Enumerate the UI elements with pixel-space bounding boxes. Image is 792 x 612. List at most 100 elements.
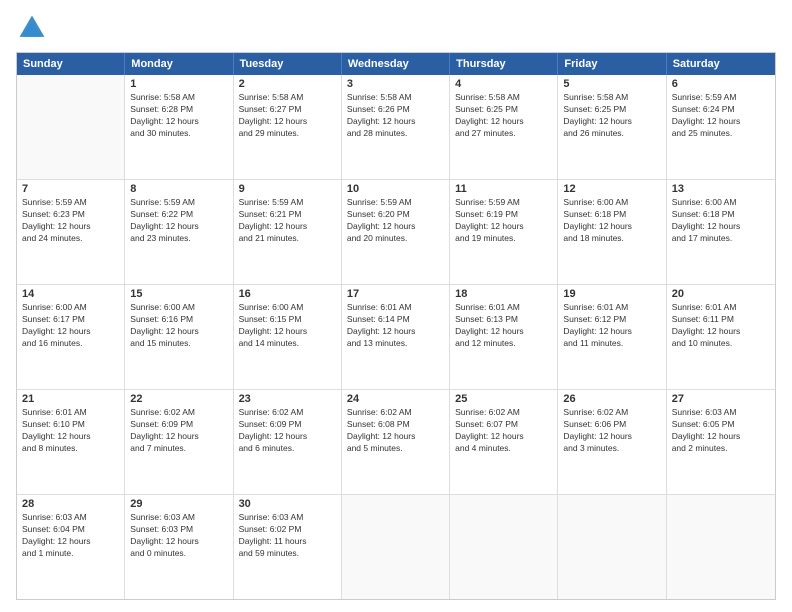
day-number: 17 [347,288,444,300]
calendar-day-17: 17 Sunrise: 6:01 AM Sunset: 6:14 PM Dayli… [342,285,450,389]
day-number: 24 [347,393,444,405]
calendar-day-5: 5 Sunrise: 5:58 AM Sunset: 6:25 PM Daylig… [558,75,666,179]
calendar-header-saturday: Saturday [667,53,775,75]
day-info: Sunrise: 6:00 AM Sunset: 6:16 PM Dayligh… [130,302,227,350]
calendar-day-18: 18 Sunrise: 6:01 AM Sunset: 6:13 PM Dayli… [450,285,558,389]
calendar: SundayMondayTuesdayWednesdayThursdayFrid… [16,52,776,600]
calendar-day-10: 10 Sunrise: 5:59 AM Sunset: 6:20 PM Dayli… [342,180,450,284]
day-number: 12 [563,183,660,195]
calendar-week-5: 28 Sunrise: 6:03 AM Sunset: 6:04 PM Dayli… [17,494,775,599]
calendar-week-1: 1Sunrise: 5:58 AM Sunset: 6:28 PM Daylig… [17,75,775,179]
calendar-empty-cell [450,495,558,599]
day-info: Sunrise: 5:59 AM Sunset: 6:23 PM Dayligh… [22,197,119,245]
day-number: 6 [672,78,770,90]
calendar-header: SundayMondayTuesdayWednesdayThursdayFrid… [17,53,775,75]
calendar-day-11: 11 Sunrise: 5:59 AM Sunset: 6:19 PM Dayli… [450,180,558,284]
day-info: Sunrise: 5:58 AM Sunset: 6:25 PM Dayligh… [455,92,552,140]
day-info: Sunrise: 6:03 AM Sunset: 6:02 PM Dayligh… [239,512,336,560]
day-number: 15 [130,288,227,300]
day-info: Sunrise: 6:02 AM Sunset: 6:09 PM Dayligh… [130,407,227,455]
day-number: 27 [672,393,770,405]
day-info: Sunrise: 6:03 AM Sunset: 6:04 PM Dayligh… [22,512,119,560]
day-number: 25 [455,393,552,405]
calendar-day-8: 8 Sunrise: 5:59 AM Sunset: 6:22 PM Daylig… [125,180,233,284]
day-info: Sunrise: 5:59 AM Sunset: 6:21 PM Dayligh… [239,197,336,245]
calendar-header-sunday: Sunday [17,53,125,75]
day-number: 26 [563,393,660,405]
calendar-day-4: 4 Sunrise: 5:58 AM Sunset: 6:25 PM Daylig… [450,75,558,179]
calendar-header-tuesday: Tuesday [234,53,342,75]
day-number: 23 [239,393,336,405]
day-number: 19 [563,288,660,300]
calendar-day-28: 28 Sunrise: 6:03 AM Sunset: 6:04 PM Dayli… [17,495,125,599]
day-number: 22 [130,393,227,405]
calendar-day-30: 30Sunrise: 6:03 AM Sunset: 6:02 PM Dayli… [234,495,342,599]
day-number: 20 [672,288,770,300]
day-info: Sunrise: 6:03 AM Sunset: 6:05 PM Dayligh… [672,407,770,455]
day-number: 3 [347,78,444,90]
day-number: 18 [455,288,552,300]
day-number: 7 [22,183,119,195]
calendar-day-13: 13 Sunrise: 6:00 AM Sunset: 6:18 PM Dayli… [667,180,775,284]
calendar-day-15: 15 Sunrise: 6:00 AM Sunset: 6:16 PM Dayli… [125,285,233,389]
calendar-day-22: 22 Sunrise: 6:02 AM Sunset: 6:09 PM Dayli… [125,390,233,494]
day-info: Sunrise: 5:59 AM Sunset: 6:22 PM Dayligh… [130,197,227,245]
calendar-week-3: 14 Sunrise: 6:00 AM Sunset: 6:17 PM Dayli… [17,284,775,389]
calendar-day-12: 12 Sunrise: 6:00 AM Sunset: 6:18 PM Dayli… [558,180,666,284]
calendar-day-20: 20 Sunrise: 6:01 AM Sunset: 6:11 PM Dayli… [667,285,775,389]
day-number: 10 [347,183,444,195]
calendar-day-1: 1Sunrise: 5:58 AM Sunset: 6:28 PM Daylig… [125,75,233,179]
day-info: Sunrise: 6:01 AM Sunset: 6:10 PM Dayligh… [22,407,119,455]
calendar-day-25: 25 Sunrise: 6:02 AM Sunset: 6:07 PM Dayli… [450,390,558,494]
day-info: Sunrise: 6:00 AM Sunset: 6:18 PM Dayligh… [672,197,770,245]
day-info: Sunrise: 5:59 AM Sunset: 6:20 PM Dayligh… [347,197,444,245]
day-info: Sunrise: 5:59 AM Sunset: 6:19 PM Dayligh… [455,197,552,245]
logo-icon [16,12,48,44]
day-number: 2 [239,78,336,90]
calendar-day-21: 21 Sunrise: 6:01 AM Sunset: 6:10 PM Dayli… [17,390,125,494]
calendar-day-16: 16 Sunrise: 6:00 AM Sunset: 6:15 PM Dayli… [234,285,342,389]
day-info: Sunrise: 6:01 AM Sunset: 6:11 PM Dayligh… [672,302,770,350]
day-info: Sunrise: 5:58 AM Sunset: 6:26 PM Dayligh… [347,92,444,140]
day-info: Sunrise: 6:01 AM Sunset: 6:12 PM Dayligh… [563,302,660,350]
calendar-empty-cell [342,495,450,599]
day-info: Sunrise: 6:02 AM Sunset: 6:07 PM Dayligh… [455,407,552,455]
day-number: 28 [22,498,119,510]
calendar-day-9: 9 Sunrise: 5:59 AM Sunset: 6:21 PM Daylig… [234,180,342,284]
calendar-day-19: 19 Sunrise: 6:01 AM Sunset: 6:12 PM Dayli… [558,285,666,389]
calendar-header-monday: Monday [125,53,233,75]
day-info: Sunrise: 5:58 AM Sunset: 6:25 PM Dayligh… [563,92,660,140]
day-info: Sunrise: 6:01 AM Sunset: 6:14 PM Dayligh… [347,302,444,350]
day-number: 11 [455,183,552,195]
calendar-header-friday: Friday [558,53,666,75]
day-info: Sunrise: 6:03 AM Sunset: 6:03 PM Dayligh… [130,512,227,560]
day-info: Sunrise: 6:01 AM Sunset: 6:13 PM Dayligh… [455,302,552,350]
day-number: 4 [455,78,552,90]
calendar-empty-cell [558,495,666,599]
day-info: Sunrise: 6:02 AM Sunset: 6:06 PM Dayligh… [563,407,660,455]
day-info: Sunrise: 6:00 AM Sunset: 6:17 PM Dayligh… [22,302,119,350]
day-info: Sunrise: 6:02 AM Sunset: 6:08 PM Dayligh… [347,407,444,455]
calendar-day-3: 3 Sunrise: 5:58 AM Sunset: 6:26 PM Daylig… [342,75,450,179]
day-number: 9 [239,183,336,195]
calendar-day-27: 27 Sunrise: 6:03 AM Sunset: 6:05 PM Dayli… [667,390,775,494]
logo [16,12,52,44]
day-number: 13 [672,183,770,195]
day-number: 14 [22,288,119,300]
calendar-body: 1Sunrise: 5:58 AM Sunset: 6:28 PM Daylig… [17,75,775,599]
calendar-day-14: 14 Sunrise: 6:00 AM Sunset: 6:17 PM Dayli… [17,285,125,389]
calendar-day-24: 24 Sunrise: 6:02 AM Sunset: 6:08 PM Dayli… [342,390,450,494]
day-info: Sunrise: 5:58 AM Sunset: 6:27 PM Dayligh… [239,92,336,140]
day-info: Sunrise: 6:00 AM Sunset: 6:15 PM Dayligh… [239,302,336,350]
calendar-header-thursday: Thursday [450,53,558,75]
day-info: Sunrise: 6:00 AM Sunset: 6:18 PM Dayligh… [563,197,660,245]
day-number: 21 [22,393,119,405]
day-number: 8 [130,183,227,195]
calendar-header-wednesday: Wednesday [342,53,450,75]
calendar-empty-cell [17,75,125,179]
day-number: 16 [239,288,336,300]
day-number: 29 [130,498,227,510]
day-number: 5 [563,78,660,90]
day-info: Sunrise: 5:59 AM Sunset: 6:24 PM Dayligh… [672,92,770,140]
calendar-day-23: 23Sunrise: 6:02 AM Sunset: 6:09 PM Dayli… [234,390,342,494]
